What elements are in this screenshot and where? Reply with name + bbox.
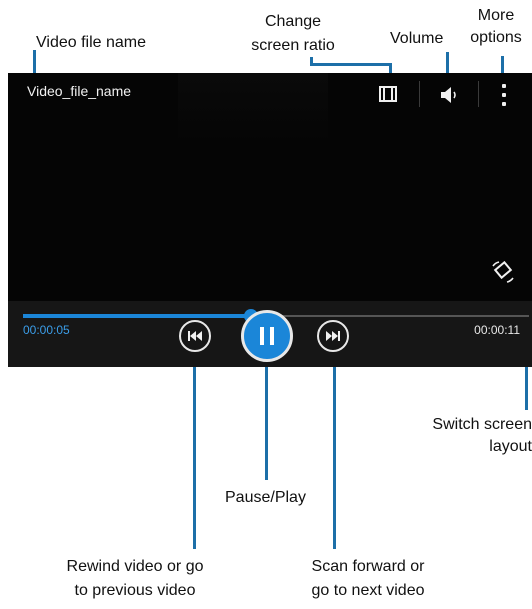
callout-change-ratio: Change screen ratio xyxy=(243,12,343,56)
rewind-button[interactable] xyxy=(179,320,211,352)
current-time: 00:00:05 xyxy=(23,323,70,337)
callout-line-pause xyxy=(265,355,268,480)
callout-line-ratio-h xyxy=(310,63,392,66)
more-options-icon[interactable] xyxy=(501,83,507,107)
callout-scan-forward: Scan forward or go to next video xyxy=(288,557,448,601)
callout-change-ratio-line2: screen ratio xyxy=(251,37,335,54)
callout-scan-line1: Scan forward or xyxy=(311,558,425,575)
callout-line-rewind xyxy=(193,355,196,549)
callout-volume: Volume xyxy=(390,30,444,47)
video-player[interactable]: Video_file_name 00:00:05 00:00:11 xyxy=(8,73,532,367)
progress-fill xyxy=(23,314,251,318)
callout-pause-play: Pause/Play xyxy=(225,489,306,506)
callout-line-ratio-v1 xyxy=(310,57,313,66)
volume-icon[interactable] xyxy=(440,85,462,110)
fast-forward-icon xyxy=(326,331,340,341)
playback-controls: 00:00:05 00:00:11 xyxy=(8,301,532,367)
video-file-name: Video_file_name xyxy=(27,83,132,99)
screen-ratio-icon[interactable] xyxy=(379,86,397,102)
callout-switch-layout: Switch screen layout xyxy=(372,415,532,457)
video-frame xyxy=(178,73,328,143)
rewind-icon xyxy=(188,331,202,341)
pause-icon xyxy=(260,327,274,345)
callout-more-line2: options xyxy=(470,29,522,46)
rotate-screen-icon[interactable] xyxy=(490,260,518,290)
forward-button[interactable] xyxy=(317,320,349,352)
callout-more-options: More options xyxy=(460,6,532,48)
callout-scan-line2: go to next video xyxy=(311,582,425,599)
callout-line-forward xyxy=(333,355,336,549)
toolbar-divider xyxy=(478,81,479,107)
callout-switch-line1: Switch screen xyxy=(432,416,532,433)
callout-change-ratio-line1: Change xyxy=(264,13,322,30)
total-time: 00:00:11 xyxy=(474,323,520,337)
callout-rewind-line1: Rewind video or go xyxy=(66,558,204,575)
callout-switch-line2: layout xyxy=(489,438,532,455)
callout-video-file-name: Video file name xyxy=(36,34,146,51)
callout-more-line1: More xyxy=(477,7,515,24)
callout-rewind-line2: to previous video xyxy=(74,582,196,599)
callout-rewind: Rewind video or go to previous video xyxy=(40,557,230,601)
pause-button[interactable] xyxy=(241,310,293,362)
toolbar-divider xyxy=(419,81,420,107)
